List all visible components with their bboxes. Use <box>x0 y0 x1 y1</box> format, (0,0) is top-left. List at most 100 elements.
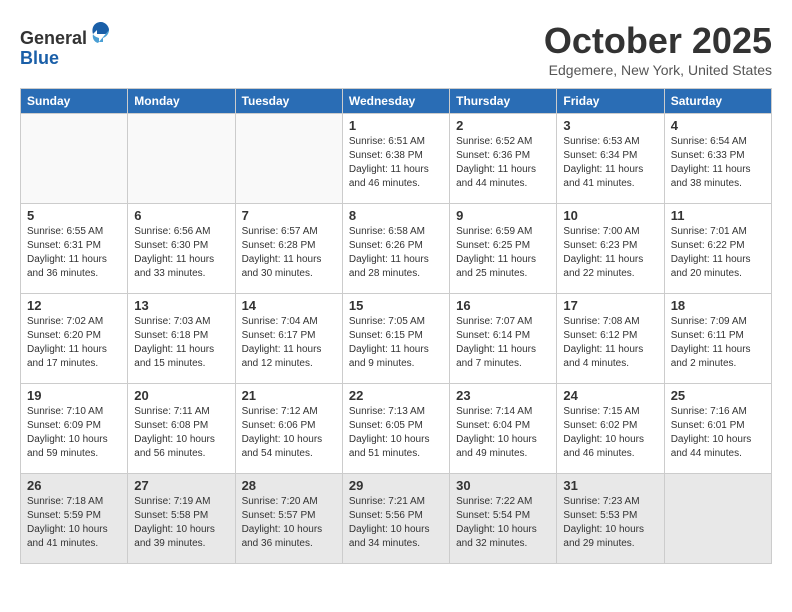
header-tuesday: Tuesday <box>235 89 342 114</box>
day-number: 31 <box>563 478 657 493</box>
calendar-week-row: 19Sunrise: 7:10 AM Sunset: 6:09 PM Dayli… <box>21 384 772 474</box>
header-saturday: Saturday <box>664 89 771 114</box>
calendar-day-cell: 22Sunrise: 7:13 AM Sunset: 6:05 PM Dayli… <box>342 384 449 474</box>
day-number: 17 <box>563 298 657 313</box>
calendar-day-cell: 27Sunrise: 7:19 AM Sunset: 5:58 PM Dayli… <box>128 474 235 564</box>
header-sunday: Sunday <box>21 89 128 114</box>
calendar-week-row: 26 Sunrise: 7:18 AM Sunset: 5:59 PM Dayli… <box>21 474 772 564</box>
day-number: 24 <box>563 388 657 403</box>
calendar-day-cell: 29Sunrise: 7:21 AM Sunset: 5:56 PM Dayli… <box>342 474 449 564</box>
calendar-day-cell <box>664 474 771 564</box>
day-number: 9 <box>456 208 550 223</box>
day-number: 30 <box>456 478 550 493</box>
calendar-day-cell: 20 Sunrise: 7:11 AM Sunset: 6:08 PM Dayli… <box>128 384 235 474</box>
calendar-day-cell: 23 Sunrise: 7:14 AM Sunset: 6:04 PM Dayli… <box>450 384 557 474</box>
day-number: 26 <box>27 478 121 493</box>
day-info: Sunrise: 6:54 AM Sunset: 6:33 PM Dayligh… <box>671 135 765 191</box>
day-number: 18 <box>671 298 765 313</box>
calendar-day-cell: 12 Sunrise: 7:02 AM Sunset: 6:20 PM Dayli… <box>21 294 128 384</box>
day-info: Sunrise: 7:22 AM Sunset: 5:54 PM Dayligh… <box>456 495 550 551</box>
day-info: Sunrise: 7:04 AM Sunset: 6:17 PM Dayligh… <box>242 315 336 371</box>
logo: General Blue <box>20 20 113 69</box>
day-info: Sunrise: 6:51 AM Sunset: 6:38 PM Dayligh… <box>349 135 443 191</box>
calendar-day-cell: 5Sunrise: 6:55 AM Sunset: 6:31 PM Daylig… <box>21 204 128 294</box>
day-info: Sunrise: 7:11 AM Sunset: 6:08 PM Dayligh… <box>134 405 228 461</box>
day-info: Sunrise: 7:01 AM Sunset: 6:22 PM Dayligh… <box>671 225 765 281</box>
day-info: Sunrise: 6:59 AM Sunset: 6:25 PM Dayligh… <box>456 225 550 281</box>
page-header: General Blue October 2025 Edgemere, New … <box>20 20 772 78</box>
header-thursday: Thursday <box>450 89 557 114</box>
day-info: Sunrise: 7:23 AM Sunset: 5:53 PM Dayligh… <box>563 495 657 551</box>
calendar-day-cell: 24 Sunrise: 7:15 AM Sunset: 6:02 PM Dayli… <box>557 384 664 474</box>
calendar-week-row: 12 Sunrise: 7:02 AM Sunset: 6:20 PM Dayli… <box>21 294 772 384</box>
day-info: Sunrise: 7:08 AM Sunset: 6:12 PM Dayligh… <box>563 315 657 371</box>
calendar-day-cell: 13 Sunrise: 7:03 AM Sunset: 6:18 PM Dayli… <box>128 294 235 384</box>
logo-blue-text: Blue <box>20 48 59 68</box>
calendar-day-cell <box>235 114 342 204</box>
day-info: Sunrise: 7:21 AM Sunset: 5:56 PM Dayligh… <box>349 495 443 551</box>
calendar-day-cell <box>21 114 128 204</box>
calendar-day-cell: 19Sunrise: 7:10 AM Sunset: 6:09 PM Dayli… <box>21 384 128 474</box>
title-area: October 2025 Edgemere, New York, United … <box>544 20 772 78</box>
day-number: 23 <box>456 388 550 403</box>
header-monday: Monday <box>128 89 235 114</box>
day-number: 13 <box>134 298 228 313</box>
location-text: Edgemere, New York, United States <box>544 62 772 78</box>
calendar-day-cell: 6Sunrise: 6:56 AM Sunset: 6:30 PM Daylig… <box>128 204 235 294</box>
logo-icon <box>89 20 113 44</box>
day-info: Sunrise: 7:09 AM Sunset: 6:11 PM Dayligh… <box>671 315 765 371</box>
day-number: 1 <box>349 118 443 133</box>
day-number: 10 <box>563 208 657 223</box>
calendar-week-row: 5Sunrise: 6:55 AM Sunset: 6:31 PM Daylig… <box>21 204 772 294</box>
day-number: 11 <box>671 208 765 223</box>
calendar-day-cell: 31 Sunrise: 7:23 AM Sunset: 5:53 PM Dayli… <box>557 474 664 564</box>
day-info: Sunrise: 6:53 AM Sunset: 6:34 PM Dayligh… <box>563 135 657 191</box>
calendar-day-cell: 8Sunrise: 6:58 AM Sunset: 6:26 PM Daylig… <box>342 204 449 294</box>
day-info: Sunrise: 7:16 AM Sunset: 6:01 PM Dayligh… <box>671 405 765 461</box>
month-title: October 2025 <box>544 20 772 62</box>
calendar-day-cell: 18 Sunrise: 7:09 AM Sunset: 6:11 PM Dayli… <box>664 294 771 384</box>
calendar-day-cell: 26 Sunrise: 7:18 AM Sunset: 5:59 PM Dayli… <box>21 474 128 564</box>
day-info: Sunrise: 7:12 AM Sunset: 6:06 PM Dayligh… <box>242 405 336 461</box>
day-number: 25 <box>671 388 765 403</box>
calendar-day-cell: 15Sunrise: 7:05 AM Sunset: 6:15 PM Dayli… <box>342 294 449 384</box>
day-number: 15 <box>349 298 443 313</box>
day-info: Sunrise: 7:03 AM Sunset: 6:18 PM Dayligh… <box>134 315 228 371</box>
calendar-day-cell: 9 Sunrise: 6:59 AM Sunset: 6:25 PM Daylig… <box>450 204 557 294</box>
day-info: Sunrise: 7:20 AM Sunset: 5:57 PM Dayligh… <box>242 495 336 551</box>
day-number: 12 <box>27 298 121 313</box>
day-info: Sunrise: 7:07 AM Sunset: 6:14 PM Dayligh… <box>456 315 550 371</box>
day-info: Sunrise: 7:18 AM Sunset: 5:59 PM Dayligh… <box>27 495 121 551</box>
day-number: 6 <box>134 208 228 223</box>
day-info: Sunrise: 6:55 AM Sunset: 6:31 PM Dayligh… <box>27 225 121 281</box>
calendar-day-cell: 17 Sunrise: 7:08 AM Sunset: 6:12 PM Dayli… <box>557 294 664 384</box>
logo-general-text: General <box>20 28 87 48</box>
calendar-day-cell: 4Sunrise: 6:54 AM Sunset: 6:33 PM Daylig… <box>664 114 771 204</box>
day-info: Sunrise: 7:15 AM Sunset: 6:02 PM Dayligh… <box>563 405 657 461</box>
day-info: Sunrise: 7:13 AM Sunset: 6:05 PM Dayligh… <box>349 405 443 461</box>
calendar-day-cell: 28 Sunrise: 7:20 AM Sunset: 5:57 PM Dayli… <box>235 474 342 564</box>
day-number: 27 <box>134 478 228 493</box>
calendar-day-cell <box>128 114 235 204</box>
day-number: 21 <box>242 388 336 403</box>
day-number: 16 <box>456 298 550 313</box>
day-number: 3 <box>563 118 657 133</box>
calendar-day-cell: 7Sunrise: 6:57 AM Sunset: 6:28 PM Daylig… <box>235 204 342 294</box>
weekday-header-row: Sunday Monday Tuesday Wednesday Thursday… <box>21 89 772 114</box>
calendar-table: Sunday Monday Tuesday Wednesday Thursday… <box>20 88 772 564</box>
day-number: 28 <box>242 478 336 493</box>
calendar-day-cell: 30 Sunrise: 7:22 AM Sunset: 5:54 PM Dayli… <box>450 474 557 564</box>
header-friday: Friday <box>557 89 664 114</box>
calendar-day-cell: 11 Sunrise: 7:01 AM Sunset: 6:22 PM Dayli… <box>664 204 771 294</box>
day-info: Sunrise: 7:02 AM Sunset: 6:20 PM Dayligh… <box>27 315 121 371</box>
day-info: Sunrise: 7:14 AM Sunset: 6:04 PM Dayligh… <box>456 405 550 461</box>
day-number: 20 <box>134 388 228 403</box>
day-number: 2 <box>456 118 550 133</box>
calendar-day-cell: 1 Sunrise: 6:51 AM Sunset: 6:38 PM Daylig… <box>342 114 449 204</box>
calendar-day-cell: 10Sunrise: 7:00 AM Sunset: 6:23 PM Dayli… <box>557 204 664 294</box>
day-info: Sunrise: 7:10 AM Sunset: 6:09 PM Dayligh… <box>27 405 121 461</box>
calendar-day-cell: 21 Sunrise: 7:12 AM Sunset: 6:06 PM Dayli… <box>235 384 342 474</box>
day-info: Sunrise: 6:52 AM Sunset: 6:36 PM Dayligh… <box>456 135 550 191</box>
day-number: 7 <box>242 208 336 223</box>
day-number: 14 <box>242 298 336 313</box>
